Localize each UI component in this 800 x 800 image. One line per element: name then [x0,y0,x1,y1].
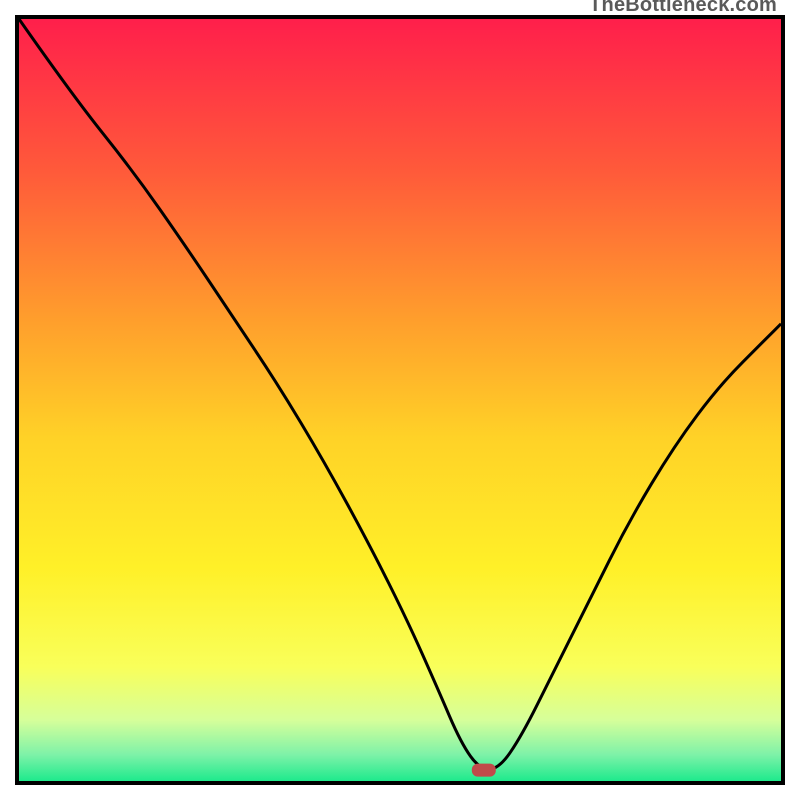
bottleneck-chart [19,19,781,781]
chart-background [19,19,781,781]
optimal-marker [472,764,496,777]
chart-frame: TheBottleneck.com [15,15,785,785]
watermark-text: TheBottleneck.com [589,0,777,17]
